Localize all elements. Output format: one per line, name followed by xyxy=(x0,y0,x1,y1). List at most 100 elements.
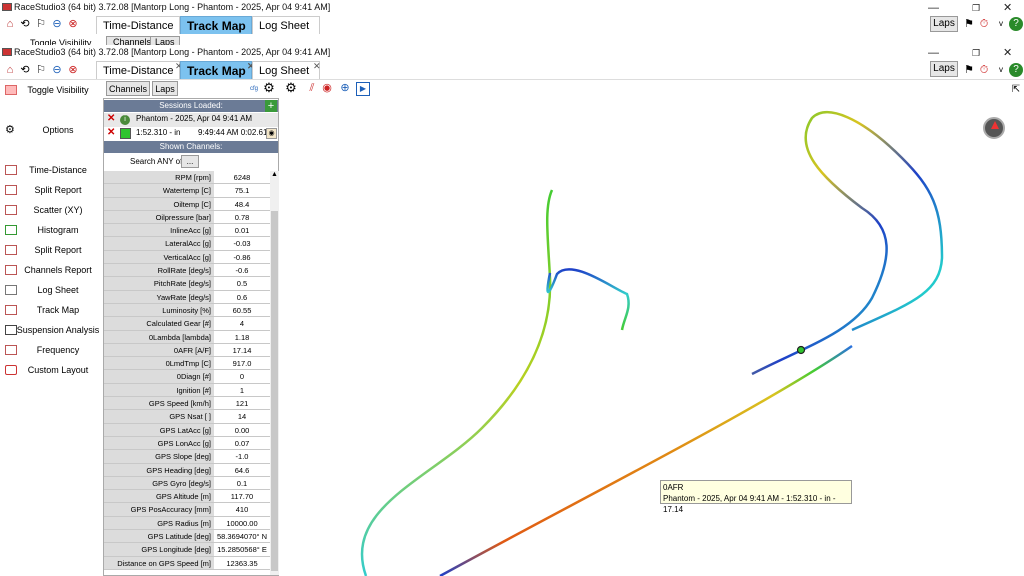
track-icon[interactable]: ⟲ xyxy=(18,63,32,77)
close-circle-icon[interactable]: ⊗ xyxy=(66,63,80,77)
channel-row[interactable]: InlineAcc [g] 0.01 xyxy=(104,224,270,238)
home-icon[interactable]: ⌂ xyxy=(3,17,17,31)
channels-button[interactable]: Channels xyxy=(106,81,150,96)
home-icon[interactable]: ⌂ xyxy=(3,63,17,77)
sidebar-item-channels-report[interactable]: Channels Report xyxy=(0,261,100,279)
stopwatch-icon[interactable]: ⏱ xyxy=(977,63,991,77)
back-close-button[interactable]: ✕ xyxy=(1003,1,1012,15)
back-flag-icon[interactable]: ⚑ xyxy=(962,17,976,31)
back-maximize-button[interactable]: ❐ xyxy=(972,1,980,15)
sidebar-item-time-distance[interactable]: Time-Distance xyxy=(0,161,100,179)
channel-row[interactable]: PitchRate [deg/s] 0.5 xyxy=(104,277,270,291)
tab-time-distance[interactable]: Time-Distance ✕ xyxy=(96,61,183,79)
channel-row[interactable]: Oiltemp [C] 48.4 xyxy=(104,197,270,211)
tab-track-map[interactable]: Track Map ✕ xyxy=(180,61,255,79)
tab-close-icon[interactable]: ✕ xyxy=(313,57,321,75)
lap-row[interactable]: ✕ 1:52.310 - in 9:49:44 AM 0:02.615 ◉ xyxy=(104,127,278,141)
scroll-up-icon[interactable]: ▲ xyxy=(271,171,278,178)
channel-row[interactable]: Luminosity [%] 60.55 xyxy=(104,303,270,318)
channel-row[interactable]: 0Diagn [#] 0 xyxy=(104,370,270,384)
settings-gear-icon[interactable]: ⚙ xyxy=(262,81,276,95)
channel-row[interactable]: GPS Slope [deg] -1.0 xyxy=(104,450,270,464)
channel-row[interactable]: RPM [rpm] 6248 xyxy=(104,171,270,185)
add-session-icon[interactable]: + xyxy=(265,100,277,112)
minus-circle-icon[interactable]: ⊖ xyxy=(50,17,64,31)
channel-row[interactable]: GPS LonAcc [g] 0.07 xyxy=(104,436,270,451)
channels-scrollbar[interactable]: ▲ xyxy=(270,171,279,575)
sidebar-item-log-sheet[interactable]: Log Sheet xyxy=(0,281,100,299)
target-icon[interactable]: ⊕ xyxy=(338,81,352,95)
channel-row[interactable]: GPS Gyro [deg/s] 0.1 xyxy=(104,476,270,491)
laps-button[interactable]: Laps xyxy=(930,61,958,77)
track-map-canvas[interactable] xyxy=(282,98,1024,576)
channel-row[interactable]: Watertemp [C] 75.1 xyxy=(104,184,270,198)
sidebar-item-toggle-visibility[interactable]: Toggle Visibility xyxy=(0,81,100,99)
channel-row[interactable]: GPS PosAccuracy [mm] 410 xyxy=(104,503,270,517)
scroll-thumb[interactable] xyxy=(271,211,278,571)
sidebar-item-frequency[interactable]: Frequency xyxy=(0,341,100,359)
laps-small-button[interactable]: Laps xyxy=(152,81,178,96)
sidebar-item-scatter[interactable]: Scatter (XY) xyxy=(0,201,100,219)
eye-icon[interactable]: ◉ xyxy=(266,128,277,139)
search-button[interactable]: ... xyxy=(181,155,199,168)
back-stopwatch-icon[interactable]: ⏱ xyxy=(977,17,991,31)
play-icon[interactable]: ▶ xyxy=(356,82,370,96)
back-tab-time-distance[interactable]: Time-Distance xyxy=(96,16,180,34)
channel-row[interactable]: GPS Heading [deg] 64.6 xyxy=(104,463,270,477)
channel-row[interactable]: GPS Altitude [m] 117.70 xyxy=(104,490,270,504)
lap-color-swatch[interactable] xyxy=(120,128,131,139)
back-laps-button[interactable]: Laps xyxy=(930,16,958,32)
maximize-button[interactable]: ❐ xyxy=(972,46,980,60)
channel-row[interactable]: YawRate [deg/s] 0.6 xyxy=(104,290,270,304)
flag-icon[interactable]: ⚑ xyxy=(962,63,976,77)
track-icon[interactable]: ⟲ xyxy=(18,17,32,31)
channel-row[interactable]: GPS Nsat [ ] 14 xyxy=(104,410,270,424)
close-circle-icon[interactable]: ⊗ xyxy=(66,17,80,31)
sidebar-item-options[interactable]: ⚙ Options xyxy=(0,121,100,139)
back-help-icon[interactable]: ? xyxy=(1009,17,1023,31)
session-row[interactable]: ✕ i Phantom - 2025, Apr 04 9:41 AM xyxy=(104,113,278,127)
help-icon[interactable]: ? xyxy=(1009,63,1023,77)
channel-row[interactable]: 0AFR [A/F] 17.14 xyxy=(104,343,270,358)
channel-row[interactable]: GPS Longitude [deg] 15.2850568° E xyxy=(104,543,270,557)
sidebar-item-suspension-analysis[interactable]: Suspension Analysis xyxy=(0,321,100,339)
record-icon[interactable]: ◉ xyxy=(320,81,334,95)
race-icon[interactable]: ⚐ xyxy=(34,63,48,77)
sidebar-item-split-report-2[interactable]: Split Report xyxy=(0,241,100,259)
minus-circle-icon[interactable]: ⊖ xyxy=(50,63,64,77)
channel-row[interactable]: RollRate [deg/s] -0.6 xyxy=(104,264,270,278)
channel-row[interactable]: 0Lambda [lambda] 1.18 xyxy=(104,330,270,344)
cfg-icon[interactable]: cfg xyxy=(247,82,261,96)
tab-log-sheet[interactable]: Log Sheet ✕ xyxy=(252,61,321,79)
close-button[interactable]: ✕ xyxy=(1003,46,1012,60)
sidebar-item-histogram[interactable]: Histogram xyxy=(0,221,100,239)
sidebar-item-custom-layout[interactable]: Custom Layout xyxy=(0,361,100,379)
info-icon[interactable]: i xyxy=(120,115,130,125)
channel-row[interactable]: GPS LatAcc [g] 0.00 xyxy=(104,423,270,437)
channel-row[interactable]: GPS Latitude [deg] 58.3694070° N xyxy=(104,530,270,544)
channel-row[interactable]: Distance on GPS Speed [m] 12363.35 xyxy=(104,556,270,570)
export-icon[interactable]: ⇱ xyxy=(1009,83,1023,97)
version-icon[interactable]: v xyxy=(994,63,1008,77)
channel-row[interactable]: Calculated Gear [#] 4 xyxy=(104,317,270,331)
channel-row[interactable]: GPS Speed [km/h] 121 xyxy=(104,397,270,411)
gear-icon[interactable]: ⚙ xyxy=(284,81,298,95)
measure-icon[interactable]: ⫽ xyxy=(305,81,319,95)
channel-row[interactable]: Ignition [#] 1 xyxy=(104,383,270,398)
channel-row[interactable]: GPS Radius [m] 10000.00 xyxy=(104,516,270,531)
remove-session-icon[interactable]: ✕ xyxy=(107,113,115,124)
back-tab-track-map[interactable]: Track Map xyxy=(180,16,252,34)
channel-row[interactable]: Oilpressure [bar] 0.78 xyxy=(104,210,270,225)
back-tab-log-sheet[interactable]: Log Sheet xyxy=(252,16,320,34)
sidebar-item-track-map[interactable]: Track Map xyxy=(0,301,100,319)
race-icon[interactable]: ⚐ xyxy=(34,17,48,31)
channel-row[interactable]: VerticalAcc [g] -0.86 xyxy=(104,250,270,265)
compass-icon[interactable] xyxy=(983,117,1005,139)
sidebar-item-split-report[interactable]: Split Report xyxy=(0,181,100,199)
remove-lap-icon[interactable]: ✕ xyxy=(107,127,115,138)
back-version-icon[interactable]: v xyxy=(994,17,1008,31)
minimize-button[interactable]: — xyxy=(928,46,939,60)
channel-row[interactable]: LateralAcc [g] -0.03 xyxy=(104,237,270,251)
back-minimize-button[interactable]: — xyxy=(928,1,939,15)
channel-row[interactable]: 0LmdTmp [C] 917.0 xyxy=(104,357,270,371)
